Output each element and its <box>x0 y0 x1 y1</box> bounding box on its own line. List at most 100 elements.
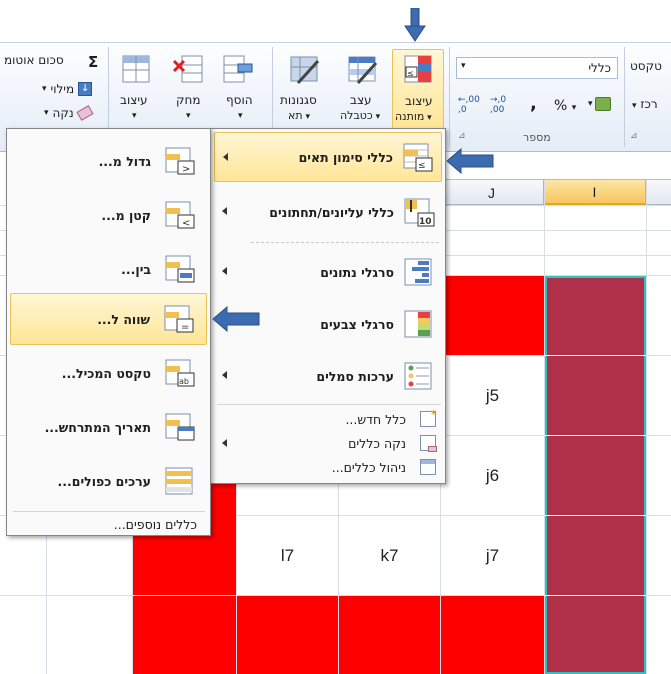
highlight-rules-submenu: גדול מ... > קטן מ... < בין... שווה ל... … <box>6 128 211 536</box>
new-rule-label: כלל חדש... <box>345 411 406 427</box>
conditional-formatting-icon: ≤ <box>404 55 432 83</box>
sigma-icon[interactable]: Σ <box>88 53 98 71</box>
highlight-cells-icon: ≤ <box>403 143 433 172</box>
clear-rules-icon <box>420 435 437 452</box>
submenu-item-date-occurring[interactable]: תאריך המתרחש... <box>10 401 207 453</box>
text-contains-label: טקסט המכיל... <box>61 365 151 381</box>
cell-i-selected[interactable] <box>545 276 646 674</box>
pointer-left-arrow-icon <box>212 306 260 332</box>
cell-styles-label-2: ▾ תא <box>288 109 310 122</box>
top-bottom-rules-label: כללי עליונים/תחתונים <box>269 204 394 220</box>
format-table-label-1: עצב <box>350 93 372 107</box>
insert-cells-icon <box>223 55 253 83</box>
delete-cells-icon <box>172 55 203 83</box>
menu-item-top-bottom-rules[interactable]: כללי עליונים/תחתונים 10 <box>214 187 442 237</box>
fill-button[interactable]: ▾ מילוי ↓ <box>42 79 93 99</box>
menu-item-clear-rules[interactable]: נקה כללים <box>214 431 442 455</box>
svg-text:=: = <box>181 322 189 333</box>
format-cells-button[interactable]: עיצוב ▾ <box>116 49 156 129</box>
currency-icon <box>594 97 611 111</box>
cell-styles-icon <box>290 56 320 85</box>
menu-item-data-bars[interactable]: סרגלי נתונים <box>214 247 442 297</box>
less-than-label: קטן מ... <box>101 207 151 223</box>
increase-decimal-button[interactable]: ←,00,0 <box>458 95 480 115</box>
menu-item-highlight-cells-rules[interactable]: כללי סימון תאים ≤ <box>214 132 442 182</box>
percent-style-button[interactable]: % ▾ <box>554 98 576 114</box>
cell-red[interactable] <box>441 276 544 355</box>
svg-text:10: 10 <box>419 217 432 227</box>
greater-than-icon: > <box>165 147 195 175</box>
format-cells-label: עיצוב <box>120 93 148 107</box>
cell-red[interactable] <box>339 596 440 674</box>
icon-sets-icon <box>404 362 432 390</box>
autosum-label[interactable]: סכום אוטומ <box>4 53 64 67</box>
conditional-formatting-label-1: עיצוב <box>405 94 433 108</box>
cell-l7[interactable]: l7 <box>237 516 338 595</box>
duplicate-values-label: ערכים כפולים... <box>57 473 151 489</box>
data-bars-icon <box>404 258 432 286</box>
cell-red[interactable] <box>441 596 544 674</box>
cell-j7[interactable]: j7 <box>441 516 544 595</box>
color-scales-label: סרגלי צבעים <box>320 316 394 332</box>
manage-rules-label: ניהול כללים... <box>331 459 406 475</box>
equal-to-label: שווה ל... <box>97 311 150 327</box>
number-dialog-launcher-icon[interactable]: ⊿ <box>458 131 466 141</box>
submenu-item-greater-than[interactable]: גדול מ... > <box>10 135 207 187</box>
date-occurring-label: תאריך המתרחש... <box>44 419 151 435</box>
clear-button[interactable]: ▾ נקה <box>44 103 94 123</box>
pointer-left-arrow-icon <box>446 148 494 174</box>
cell-styles-button[interactable]: סגנונות ▾ תא <box>278 49 330 129</box>
new-rule-icon: ✶ <box>420 408 438 427</box>
comma-style-button[interactable]: , <box>530 93 537 114</box>
submenu-item-less-than[interactable]: קטן מ... < <box>10 189 207 241</box>
clear-rules-label: נקה כללים <box>348 435 406 451</box>
alignment-dialog-launcher-icon[interactable]: ⊿ <box>630 131 638 141</box>
merge-center-label[interactable]: רכז ▾ <box>632 97 658 111</box>
delete-cells-button[interactable]: מחק ▾ <box>170 49 210 129</box>
manage-rules-icon <box>420 459 436 475</box>
submenu-item-between[interactable]: בין... <box>10 243 207 295</box>
currency-button[interactable]: ▾ <box>588 97 611 111</box>
svg-text:≤: ≤ <box>407 69 414 78</box>
cell-j6[interactable]: j6 <box>441 436 544 515</box>
combo-dropdown-icon: ▾ <box>461 61 466 71</box>
text-contains-icon: ab <box>165 359 195 387</box>
submenu-item-duplicate-values[interactable]: ערכים כפולים... <box>10 455 207 507</box>
icon-sets-label: ערכות סמלים <box>316 368 394 384</box>
column-header-j[interactable]: J <box>440 180 544 205</box>
submenu-item-more-rules[interactable]: כללים נוספים... <box>10 513 207 535</box>
cell-red[interactable] <box>237 596 338 674</box>
pointer-down-arrow-icon <box>404 8 426 42</box>
svg-text:ab: ab <box>179 377 189 386</box>
format-as-table-button[interactable]: עצב ▾ כטבלה <box>336 49 388 129</box>
column-header-i[interactable]: I <box>544 180 646 205</box>
submenu-item-text-contains[interactable]: טקסט המכיל... ab <box>10 347 207 399</box>
conditional-formatting-button[interactable]: ≤ עיצוב ▾ מותנה <box>392 49 444 131</box>
calendar-icon <box>165 413 195 441</box>
submenu-item-equal-to[interactable]: שווה ל... = <box>10 293 207 345</box>
svg-text:≤: ≤ <box>418 161 426 171</box>
wrap-text-label[interactable]: טקסט <box>630 59 662 73</box>
between-label: בין... <box>121 261 151 277</box>
data-bars-label: סרגלי נתונים <box>320 264 394 280</box>
number-format-combo[interactable]: ▾ כללי <box>456 57 618 79</box>
menu-item-manage-rules[interactable]: ניהול כללים... <box>214 455 442 479</box>
insert-cells-label: הוסף <box>226 93 253 107</box>
format-table-label-2: ▾ כטבלה <box>340 109 381 122</box>
svg-text:>: > <box>182 164 190 175</box>
decrease-decimal-button[interactable]: →,0,00 <box>490 95 506 115</box>
fill-label: מילוי <box>50 82 75 96</box>
cell-red[interactable] <box>133 596 236 674</box>
insert-cells-button[interactable]: הוסף ▾ <box>218 49 262 129</box>
cell-k7[interactable]: k7 <box>339 516 440 595</box>
greater-than-label: גדול מ... <box>98 153 151 169</box>
between-icon <box>165 255 195 283</box>
equal-to-icon: = <box>164 305 194 333</box>
format-cells-icon <box>122 55 150 83</box>
menu-item-icon-sets[interactable]: ערכות סמלים <box>214 351 442 401</box>
top-bottom-icon: 10 <box>404 198 435 227</box>
cell-j5[interactable]: j5 <box>441 356 544 435</box>
menu-item-new-rule[interactable]: כלל חדש... ✶ <box>214 407 442 431</box>
fill-down-icon: ↓ <box>78 82 93 96</box>
duplicate-values-icon <box>165 467 193 495</box>
